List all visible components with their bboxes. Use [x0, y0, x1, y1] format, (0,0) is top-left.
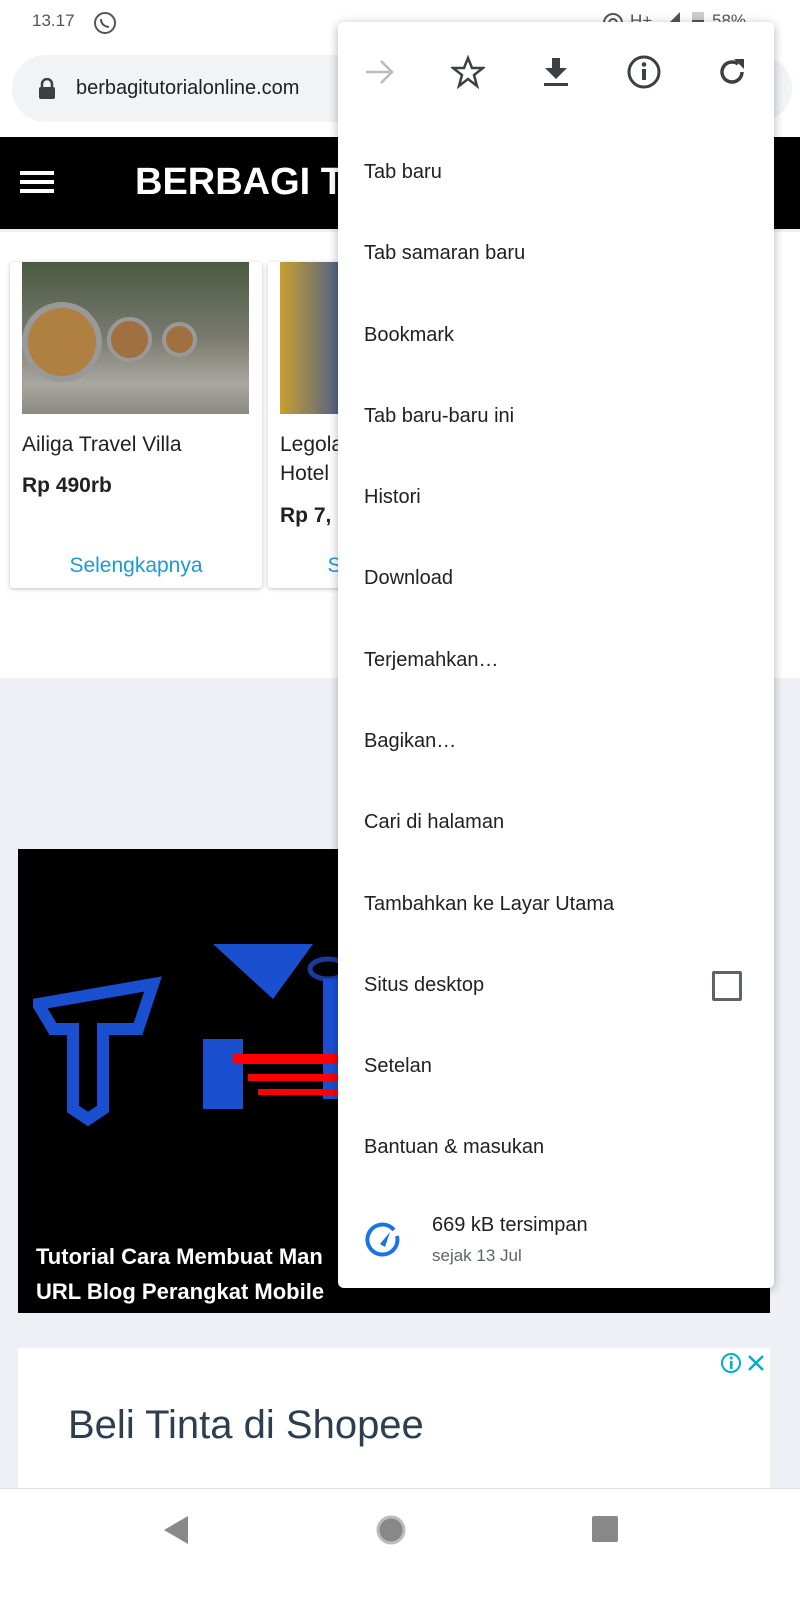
article-logo-image [33, 944, 363, 1127]
hotel-price: Rp 7, [280, 504, 332, 527]
menu-item-find-in-page[interactable]: Cari di halaman [338, 782, 774, 863]
menu-item-add-to-home-screen[interactable]: Tambahkan ke Layar Utama [338, 864, 774, 945]
back-icon[interactable] [162, 1515, 190, 1545]
info-icon[interactable] [622, 50, 666, 94]
menu-item-share[interactable]: Bagikan… [338, 701, 774, 782]
forward-icon[interactable] [358, 50, 402, 94]
menu-item-history[interactable]: Histori [338, 457, 774, 538]
download-icon[interactable] [534, 50, 578, 94]
ad-info-icon[interactable] [720, 1352, 742, 1374]
desktop-site-checkbox[interactable] [712, 971, 742, 1001]
recents-icon[interactable] [592, 1516, 620, 1544]
data-saved-amount: 669 kB tersimpan [432, 1214, 588, 1236]
url-text: berbagitutorialonline.com [76, 77, 300, 99]
hotel-name: Legoland Hotel [280, 433, 367, 485]
menu-item-downloads[interactable]: Download [338, 538, 774, 619]
menu-item-data-saver[interactable]: 669 kB tersimpan sejak 13 Jul [338, 1194, 774, 1286]
data-saver-gauge-icon [365, 1222, 400, 1257]
hotel-name: Ailiga Travel Villa [22, 433, 182, 456]
browser-overflow-menu: Tab baru Tab samaran baru Bookmark Tab b… [338, 22, 774, 1288]
ad-title: Beli Tinta di Shopee [68, 1403, 424, 1447]
hotel-image [22, 262, 249, 414]
menu-item-bookmarks[interactable]: Bookmark [338, 295, 774, 376]
hotel-card[interactable]: Ailiga Travel Villa Rp 490rb Selengkapny… [10, 262, 262, 588]
star-icon[interactable] [446, 50, 490, 94]
hotel-price: Rp 490rb [22, 474, 112, 497]
menu-item-settings[interactable]: Setelan [338, 1026, 774, 1107]
menu-item-new-tab[interactable]: Tab baru [338, 132, 774, 213]
data-saved-since: sejak 13 Jul [432, 1246, 522, 1265]
details-link[interactable]: Selengkapnya [10, 554, 262, 578]
menu-item-desktop-site[interactable]: Situs desktop [338, 945, 774, 1026]
menu-icon-row [338, 22, 774, 132]
system-nav-bar [0, 1488, 800, 1600]
refresh-icon[interactable] [710, 50, 754, 94]
menu-item-help-feedback[interactable]: Bantuan & masukan [338, 1107, 774, 1188]
menu-item-recent-tabs[interactable]: Tab baru-baru ini [338, 376, 774, 457]
ad-banner[interactable]: Beli Tinta di Shopee [18, 1348, 770, 1488]
clock: 13.17 [32, 11, 75, 30]
menu-item-translate[interactable]: Terjemahkan… [338, 620, 774, 701]
hamburger-menu-icon[interactable] [20, 169, 54, 195]
whatsapp-icon [94, 12, 116, 34]
lock-icon [39, 78, 55, 99]
ad-close-icon[interactable] [746, 1353, 766, 1373]
menu-item-new-incognito-tab[interactable]: Tab samaran baru [338, 213, 774, 294]
home-icon[interactable] [375, 1514, 407, 1546]
article-title: Tutorial Cara Membuat Man URL Blog Perang… [36, 1244, 325, 1304]
